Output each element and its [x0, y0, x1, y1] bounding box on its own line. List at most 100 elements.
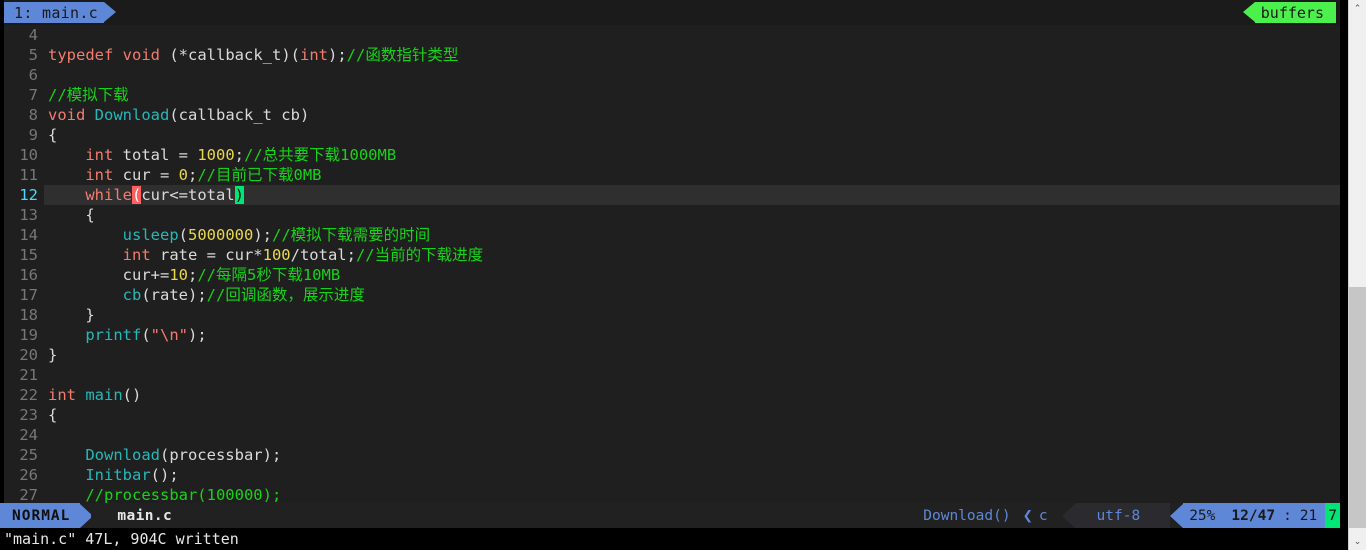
line-text: printf("\n"); — [44, 325, 1340, 345]
buffers-tab[interactable]: buffers — [1254, 2, 1336, 23]
scroll-down-arrow-icon[interactable]: ⌄ — [1349, 533, 1366, 550]
virtual-column-number: 7 — [1325, 503, 1340, 528]
buffers-label: buffers — [1260, 3, 1324, 22]
code-line[interactable]: 6 — [4, 65, 1340, 85]
code-token: { — [48, 406, 58, 424]
line-number: 23 — [4, 405, 44, 425]
code-token: //当前的下载进度 — [355, 246, 484, 264]
line-text: usleep(5000000);//模拟下载需要的时间 — [44, 225, 1340, 245]
code-line[interactable]: 9{ — [4, 125, 1340, 145]
line-number: 11 — [4, 165, 44, 185]
line-number: 21 — [4, 365, 44, 385]
code-line[interactable]: 10 int total = 1000;//总共要下载1000MB — [4, 145, 1340, 165]
line-number: 26 — [4, 465, 44, 485]
scroll-up-arrow-icon[interactable]: ⌃ — [1349, 0, 1366, 17]
line-number: 6 — [4, 65, 44, 85]
mode-arrow-outline-icon — [91, 503, 102, 528]
code-line[interactable]: 4 — [4, 25, 1340, 45]
scrollbar-thumb[interactable] — [1349, 287, 1366, 528]
scrollbar-gap — [1340, 0, 1348, 550]
line-number: 7 — [4, 85, 44, 105]
statusline: NORMAL main.c Download() ❮ c utf-8 25% 1… — [0, 503, 1340, 528]
tab-main-c[interactable]: 1: main.c — [4, 2, 104, 23]
line-number: 25 — [4, 445, 44, 465]
code-line[interactable]: 17 cb(rate);//回调函数，展示进度 — [4, 285, 1340, 305]
code-token: while — [85, 186, 132, 204]
line-number: 8 — [4, 105, 44, 125]
code-token: int — [48, 386, 76, 404]
code-line[interactable]: 14 usleep(5000000);//模拟下载需要的时间 — [4, 225, 1340, 245]
encoding-arrow-icon — [1061, 503, 1075, 528]
line-text: { — [44, 125, 1340, 145]
code-line[interactable]: 11 int cur = 0;//目前已下载0MB — [4, 165, 1340, 185]
line-number: 5 — [4, 45, 44, 65]
code-line[interactable]: 21 — [4, 365, 1340, 385]
code-line[interactable]: 25 Download(processbar); — [4, 445, 1340, 465]
code-token: 5000000 — [188, 226, 254, 244]
vim-window: 1: main.c buffers 4 5 typedef void (*callb… — [0, 0, 1366, 550]
code-line[interactable]: 23{ — [4, 405, 1340, 425]
code-token: ( — [178, 226, 188, 244]
scroll-percent: 25% — [1189, 507, 1216, 524]
code-token: { — [48, 126, 58, 144]
line-text: void Download(callback_t cb) — [44, 105, 1340, 125]
tab-arrow-icon — [104, 2, 116, 22]
code-token: //每隔5秒下载10MB — [197, 266, 341, 284]
code-line[interactable]: 22 int main() — [4, 385, 1340, 405]
statusline-filename: main.c — [117, 507, 173, 524]
code-token: (*callback_t)( — [160, 46, 300, 64]
line-number: 9 — [4, 125, 44, 145]
vertical-scrollbar[interactable]: ⌃ ⌄ — [1348, 0, 1366, 550]
code-token: } — [48, 306, 95, 324]
code-token: cb — [122, 286, 142, 304]
line-number: 10 — [4, 145, 44, 165]
statusline-function: Download() — [923, 507, 1011, 524]
code-token: 0 — [178, 166, 188, 184]
line-text: Initbar(); — [44, 465, 1340, 485]
line-number: 4 — [4, 25, 44, 45]
line-text: int cur = 0;//目前已下载0MB — [44, 165, 1340, 185]
code-line[interactable]: 20} — [4, 345, 1340, 365]
statusline-filetype: c — [1038, 507, 1048, 524]
code-text-area[interactable]: 4 5 typedef void (*callback_t)(int);//函数指针… — [4, 25, 1340, 503]
command-line-message[interactable]: "main.c" 47L, 904C written — [0, 528, 1340, 550]
code-token: 10 — [169, 266, 188, 284]
tabline: 1: main.c buffers — [0, 0, 1340, 25]
line-text: typedef void (*callback_t)(int);//函数指针类型 — [44, 45, 1340, 65]
code-line[interactable]: 15 int rate = cur*100/total;//当前的下载进度 — [4, 245, 1340, 265]
code-token: //processbar(100000); — [85, 486, 282, 503]
code-line[interactable]: 26 Initbar(); — [4, 465, 1340, 485]
code-token: "\n" — [150, 326, 188, 344]
code-token: int — [299, 46, 328, 64]
code-token: total = — [113, 146, 198, 164]
code-token: cur<=total — [141, 186, 235, 204]
code-line[interactable]: 8 void Download(callback_t cb) — [4, 105, 1340, 125]
code-token: void — [122, 46, 160, 64]
code-line[interactable]: 5 typedef void (*callback_t)(int);//函数指针类… — [4, 45, 1340, 65]
code-token: (); — [150, 466, 179, 484]
code-line[interactable]: 27 //processbar(100000); — [4, 485, 1340, 503]
code-line[interactable]: 13 { — [4, 205, 1340, 225]
chevron-left-icon: ❮ — [1022, 505, 1033, 526]
code-line[interactable]: 19 printf("\n"); — [4, 325, 1340, 345]
code-token: (rate); — [141, 286, 207, 304]
code-line[interactable]: 12 while(cur<=total) — [4, 185, 1340, 205]
code-token: ; — [234, 146, 244, 164]
code-line[interactable]: 7//模拟下载 — [4, 85, 1340, 105]
code-line[interactable]: 16 cur+=10;//每隔5秒下载10MB — [4, 265, 1340, 285]
code-line[interactable]: 24 — [4, 425, 1340, 445]
code-token: ); — [253, 226, 272, 244]
mode-label: NORMAL — [12, 507, 71, 524]
line-number: 15 — [4, 245, 44, 265]
tab-label: 1: main.c — [14, 3, 98, 22]
statusline-position: 25% 12/47 : 21 7 — [1183, 503, 1340, 528]
code-line[interactable]: 18 } — [4, 305, 1340, 325]
